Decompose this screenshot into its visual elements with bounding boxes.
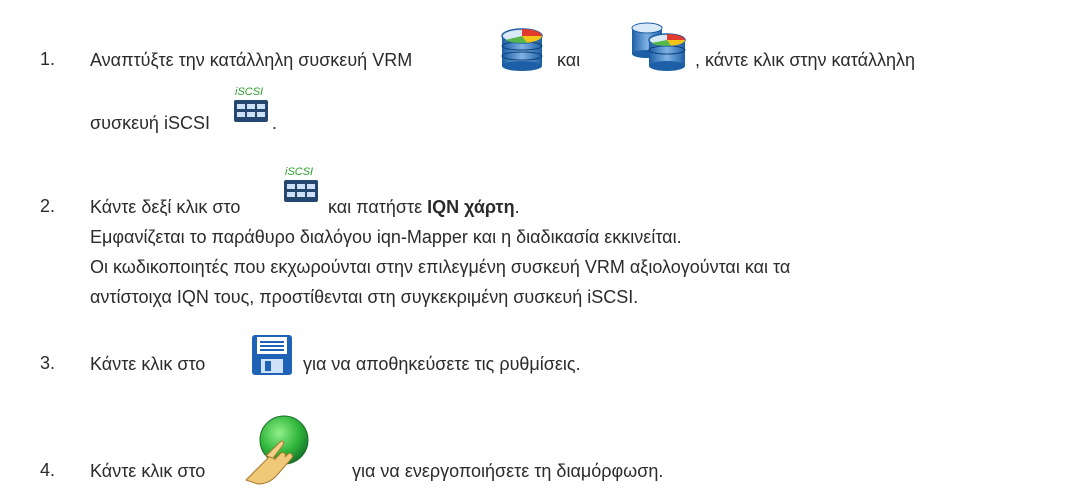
- step-1-period: .: [272, 113, 278, 133]
- iscsi-icon-label: iSCSI: [285, 166, 313, 178]
- step-number: 2.: [40, 196, 56, 216]
- step-number: 3.: [40, 353, 56, 373]
- step-number: 4.: [40, 460, 56, 480]
- step-4-text-2: για να ενεργοποιήσετε τη διαμόρφωση.: [352, 461, 664, 481]
- step-2-line-1: Κάντε δεξί κλικ στο: [90, 196, 240, 218]
- step-2-and-press: και πατήστε: [328, 197, 423, 217]
- activate-icon: [240, 414, 315, 491]
- step-1-text-2: , κάντε κλικ στην κατάλληλη: [695, 50, 916, 70]
- iscsi-icon-label: iSCSI: [235, 86, 263, 98]
- step-1-iscsi-text: συσκευή iSCSI: [90, 113, 210, 133]
- step-2-text: Κάντε δεξί κλικ στο: [90, 197, 241, 217]
- step-2-result-2: Οι κωδικοποιητές που εκχωρούνται στην επ…: [90, 257, 791, 277]
- step-2-result-3: αντίστοιχα IQN τους, προστίθενται στη συ…: [90, 287, 639, 307]
- save-icon: [251, 334, 293, 381]
- iscsi-device-icon: iSCSI: [232, 84, 270, 129]
- iqn-map-command: IQN χάρτη: [427, 197, 515, 217]
- step-4-text: Κάντε κλικ στο: [90, 461, 206, 481]
- iscsi-device-icon: iSCSI: [282, 164, 320, 209]
- step-1-and: και: [557, 50, 581, 70]
- vrm-device-icon: [497, 22, 547, 77]
- step-1-line-1: Αναπτύξτε την κατάλληλη συσκευή VRM: [90, 49, 412, 71]
- step-1-line-2: συσκευή iSCSI: [90, 112, 210, 134]
- step-3-text-2: για να αποθηκεύσετε τις ρυθμίσεις.: [303, 354, 581, 374]
- step-number: 1.: [40, 49, 56, 69]
- step-3-text: Κάντε κλικ στο: [90, 354, 206, 374]
- step-1-text: Αναπτύξτε την κατάλληλη συσκευή VRM: [90, 50, 413, 70]
- secondary-vrm-device-icon: [629, 18, 689, 79]
- step-2-line-1b: και πατήστε IQN χάρτη.: [328, 196, 520, 218]
- step-2-period: .: [514, 197, 520, 217]
- step-2-result-1: Εμφανίζεται το παράθυρο διαλόγου iqn-Map…: [90, 227, 682, 247]
